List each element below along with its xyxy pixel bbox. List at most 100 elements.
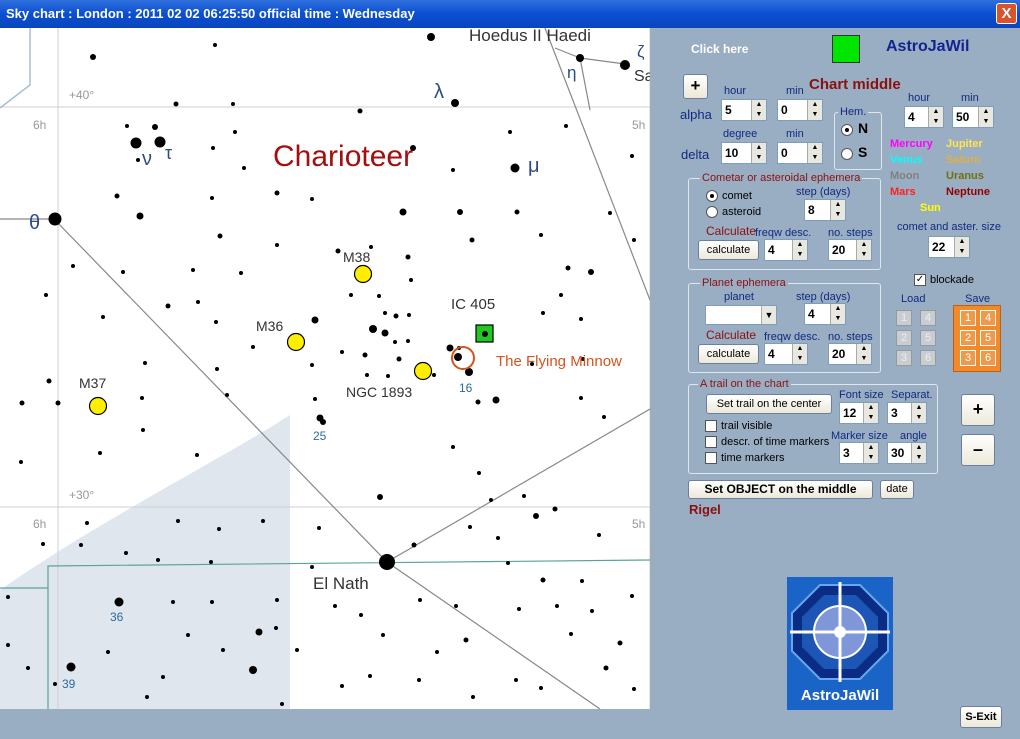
font-size-spinner[interactable]: 12 ▲ ▼: [839, 402, 879, 424]
comet-steps-spinner[interactable]: 20 ▲ ▼: [828, 239, 872, 261]
zoom-out-button[interactable]: –: [961, 434, 995, 466]
load-slot-1[interactable]: 1: [896, 310, 912, 326]
delta-min-spinner[interactable]: 0 ▲ ▼: [777, 142, 823, 164]
planet-steps-spinner[interactable]: 20 ▲ ▼: [828, 343, 872, 365]
hem-n-radio[interactable]: [841, 124, 853, 136]
font-size-label: Font size: [839, 389, 884, 401]
nebula-center: [482, 331, 488, 337]
spinner-arrows[interactable]: ▲ ▼: [807, 100, 822, 120]
save-slot-5[interactable]: 5: [980, 330, 996, 346]
planet-mercury[interactable]: Mercury: [890, 138, 933, 150]
click-here-link[interactable]: Click here: [691, 42, 748, 56]
spinner-arrows[interactable]: ▲ ▼: [863, 443, 878, 463]
set-trail-button[interactable]: Set trail on the center: [706, 394, 832, 414]
spinner-arrows[interactable]: ▲ ▼: [978, 107, 993, 127]
spinner-arrows[interactable]: ▲ ▼: [807, 143, 822, 163]
planet-sun[interactable]: Sun: [920, 202, 941, 214]
hem-s-radio[interactable]: [841, 148, 853, 160]
spinner-arrows[interactable]: ▲ ▼: [792, 344, 807, 364]
comet-size-spinner[interactable]: 22 ▲ ▼: [928, 236, 970, 258]
trail-visible-checkbox[interactable]: [705, 420, 717, 432]
load-slot-3[interactable]: 3: [896, 350, 912, 366]
save-slot-3[interactable]: 3: [960, 350, 976, 366]
star-label-hoedus: Hoedus II Haedi: [469, 28, 591, 45]
window-title: Sky chart : London : 2011 02 02 06:25:50…: [6, 6, 415, 21]
spinner-arrows[interactable]: ▲ ▼: [830, 200, 845, 220]
sky-chart[interactable]: Charioteer Hoedus II Haedi Sa η ζ λ ν τ …: [0, 28, 650, 709]
time-hour-spinner[interactable]: 4 ▲ ▼: [904, 106, 944, 128]
cluster-m37: [88, 396, 108, 416]
spinner-arrows[interactable]: ▲ ▼: [863, 403, 878, 423]
planet-mars[interactable]: Mars: [890, 186, 916, 198]
spinner-arrows[interactable]: ▲ ▼: [792, 240, 807, 260]
boundary-line-3: [0, 28, 31, 109]
zoom-in-button[interactable]: +: [961, 394, 995, 426]
alpha-hour-spinner[interactable]: 5 ▲ ▼: [721, 99, 767, 121]
save-slot-1[interactable]: 1: [960, 310, 976, 326]
spinner-arrows[interactable]: ▲ ▼: [751, 143, 766, 163]
hem-s-label: S: [858, 144, 868, 160]
planet-saturn[interactable]: Saturn: [946, 154, 981, 166]
time-hour-value: 4: [908, 110, 915, 124]
angle-spinner[interactable]: 30 ▲ ▼: [887, 442, 927, 464]
asteroid-radio[interactable]: [706, 206, 718, 218]
spinner-arrows[interactable]: ▲ ▼: [856, 344, 871, 364]
time-min-value: 50: [956, 110, 970, 124]
ra-label-6h-bottom: 6h: [33, 517, 47, 531]
save-slot-2[interactable]: 2: [960, 330, 976, 346]
alpha-min-spinner[interactable]: 0 ▲ ▼: [777, 99, 823, 121]
date-button[interactable]: date: [880, 480, 914, 499]
close-button[interactable]: X: [996, 3, 1017, 24]
load-slot-6[interactable]: 6: [920, 350, 936, 366]
delta-deg-spinner[interactable]: 10 ▲ ▼: [721, 142, 767, 164]
save-slot-4[interactable]: 4: [980, 310, 996, 326]
set-object-middle-button[interactable]: Set OBJECT on the middle: [688, 480, 873, 499]
astrojawil-logo[interactable]: AstroJaWil: [787, 577, 893, 710]
spinner-arrows[interactable]: ▲ ▼: [856, 240, 871, 260]
load-slot-4[interactable]: 4: [920, 310, 936, 326]
planet-freq-spinner[interactable]: 4 ▲ ▼: [764, 343, 808, 365]
separ-spinner[interactable]: 3 ▲ ▼: [887, 402, 927, 424]
exit-button[interactable]: S-Exit: [960, 706, 1002, 728]
blockade-checkbox[interactable]: ✓: [914, 274, 926, 286]
chart-plus-button[interactable]: +: [683, 74, 708, 99]
comet-freq-spinner[interactable]: 4 ▲ ▼: [764, 239, 808, 261]
comet-radio-label: comet: [722, 190, 752, 202]
time-markers-checkbox[interactable]: [705, 452, 717, 464]
time-min-spinner[interactable]: 50 ▲ ▼: [952, 106, 994, 128]
comet-step-value: 8: [808, 203, 815, 217]
hem-n-label: N: [858, 120, 869, 136]
angle-value: 30: [891, 446, 905, 460]
spinner-arrows[interactable]: ▲ ▼: [911, 443, 926, 463]
planet-step-spinner[interactable]: 4 ▲ ▼: [804, 303, 846, 325]
save-slot-6[interactable]: 6: [980, 350, 996, 366]
comet-group-title: Cometar or asteroidal ephemera: [700, 172, 863, 184]
comet-calculate-button[interactable]: calculate: [698, 240, 759, 260]
load-slot-2[interactable]: 2: [896, 330, 912, 346]
planet-neptune[interactable]: Neptune: [946, 186, 990, 198]
spinner-arrows[interactable]: ▲ ▼: [751, 100, 766, 120]
spinner-arrows[interactable]: ▲ ▼: [928, 107, 943, 127]
planet-jupiter[interactable]: Jupiter: [946, 138, 983, 150]
label-ic405: IC 405: [451, 296, 496, 313]
spinner-arrows[interactable]: ▲ ▼: [911, 403, 926, 423]
planet-moon[interactable]: Moon: [890, 170, 919, 182]
label-25: 25: [313, 429, 327, 443]
descr-checkbox[interactable]: [705, 436, 717, 448]
planet-calculate-button[interactable]: calculate: [698, 344, 759, 364]
planet-venus[interactable]: Venus: [890, 154, 922, 166]
marker-size-spinner[interactable]: 3 ▲ ▼: [839, 442, 879, 464]
planet-uranus[interactable]: Uranus: [946, 170, 984, 182]
comet-freq-value: 4: [768, 243, 775, 257]
dropdown-arrow[interactable]: ▼: [761, 306, 776, 324]
planet-select[interactable]: ▼: [705, 305, 777, 325]
planet-steps-value: 20: [832, 347, 846, 361]
separ-value: 3: [891, 406, 898, 420]
spinner-arrows[interactable]: ▲ ▼: [954, 237, 969, 257]
planet-step-label: step (days): [796, 291, 851, 303]
spinner-arrows[interactable]: ▲ ▼: [830, 304, 845, 324]
comet-radio[interactable]: [706, 190, 718, 202]
comet-step-spinner[interactable]: 8 ▲ ▼: [804, 199, 846, 221]
color-indicator[interactable]: [832, 35, 860, 63]
load-slot-5[interactable]: 5: [920, 330, 936, 346]
